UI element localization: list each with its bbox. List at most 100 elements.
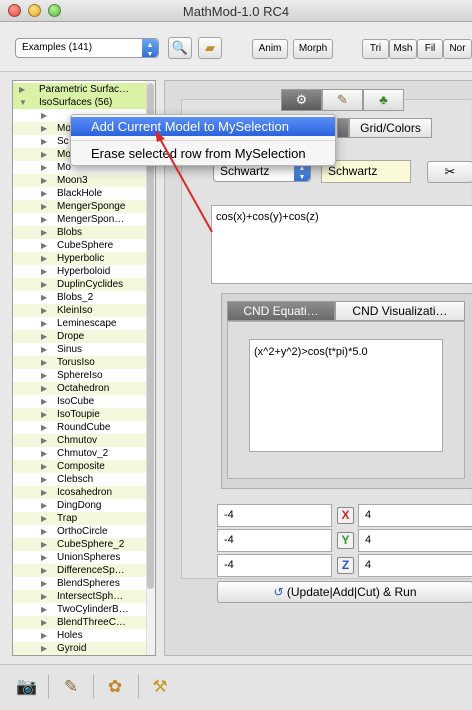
tree-item[interactable]: ▶ MengerSpon… [13,213,147,226]
tree-group[interactable]: ▼ IsoSurfaces (56) [13,96,147,109]
tree-item[interactable]: ▶ TorusIso [13,356,147,369]
anim-button[interactable]: Anim [252,39,288,59]
fil-button[interactable]: Fil [417,39,443,59]
tree-item[interactable]: ▶ MengerSponge [13,200,147,213]
menu-item-add-to-selection[interactable]: Add Current Model to MySelection [71,117,335,136]
disclosure-closed-icon[interactable]: ▶ [41,122,47,135]
disclosure-closed-icon[interactable]: ▶ [41,291,47,304]
tree-item[interactable]: ▶ RoundCube [13,421,147,434]
tree-item[interactable]: ▶ CubeSphere [13,239,147,252]
tree-group[interactable]: ▶ Parametric Surfac… [13,83,147,96]
equation-editor[interactable]: cos(x)+cos(y)+cos(z) [211,205,472,284]
tab-partial[interactable] [337,118,349,138]
tree-item[interactable]: ▶ Octahedron [13,382,147,395]
disclosure-closed-icon[interactable]: ▶ [41,447,47,460]
disclosure-closed-icon[interactable]: ▶ [41,330,47,343]
disclosure-closed-icon[interactable]: ▶ [41,525,47,538]
disclosure-closed-icon[interactable]: ▶ [41,135,47,148]
tree-item[interactable]: ▶ OrthoCircle [13,525,147,538]
tools-bottom-button[interactable]: ⚒ [147,675,173,699]
disclosure-closed-icon[interactable]: ▶ [41,603,47,616]
tree-scrollbar[interactable] [146,81,155,655]
tree-item[interactable]: ▶ Hyperbolic [13,252,147,265]
zoom-button[interactable]: 🔍 [168,37,192,59]
disclosure-closed-icon[interactable]: ▶ [41,265,47,278]
disclosure-closed-icon[interactable]: ▶ [41,499,47,512]
range-max-field[interactable]: 4 [358,529,472,552]
tree-item[interactable]: ▶ Leminescape [13,317,147,330]
disclosure-closed-icon[interactable]: ▶ [41,161,47,174]
camera-button[interactable]: 📷 [14,675,40,699]
disclosure-closed-icon[interactable]: ▶ [41,577,47,590]
model-tree[interactable]: ▶ Parametric Surfac… ▼ IsoSurfaces (56) ▶ ▶ Mo… [12,80,156,656]
disclosure-closed-icon[interactable]: ▶ [41,538,47,551]
tree-item[interactable]: ▶ DingDong [13,499,147,512]
tree-item[interactable]: ▶ Chmutov [13,434,147,447]
tools-button[interactable]: ✂ [427,161,472,183]
disclosure-closed-icon[interactable]: ▶ [41,460,47,473]
disclosure-closed-icon[interactable]: ▶ [41,174,47,187]
tree-item[interactable]: ▶ IsoCube [13,395,147,408]
disclosure-closed-icon[interactable]: ▶ [41,304,47,317]
disclosure-closed-icon[interactable]: ▶ [41,408,47,421]
disclosure-closed-icon[interactable]: ▶ [41,148,47,161]
disclosure-closed-icon[interactable]: ▶ [41,473,47,486]
disclosure-closed-icon[interactable]: ▶ [41,642,47,655]
tree-item[interactable]: ▶ Clebsch [13,473,147,486]
disclosure-closed-icon[interactable]: ▶ [41,252,47,265]
tree-item[interactable]: ▶ Drope [13,330,147,343]
tree-item[interactable]: ▶ IntersectSph… [13,590,147,603]
disclosure-closed-icon[interactable]: ▶ [41,278,47,291]
tree-item[interactable]: ▶ Blobs_2 [13,291,147,304]
disclosure-closed-icon[interactable]: ▶ [41,109,47,122]
morph-button[interactable]: Morph [293,39,333,59]
cnd-equation-editor[interactable]: (x^2+y^2)>cos(t*pi)*5.0 [249,339,443,452]
range-min-field[interactable]: -4 [217,504,332,527]
tab-cnd-equation[interactable]: CND Equati… [227,301,335,321]
menu-item-erase-from-selection[interactable]: Erase selected row from MySelection [71,144,335,163]
tab-gear[interactable]: ⚙ [281,89,322,111]
tab-cnd-visualization[interactable]: CND Visualizati… [335,301,465,321]
tree-item[interactable]: ▶ Icosahedron [13,486,147,499]
tree-item[interactable]: ▶ Blobs [13,226,147,239]
disclosure-closed-icon[interactable]: ▶ [41,382,47,395]
tree-item[interactable]: ▶ DuplinCyclides [13,278,147,291]
tree-item[interactable]: ▶ BlendSpheres [13,577,147,590]
tree-item[interactable]: ▶ UnionSpheres [13,551,147,564]
disclosure-closed-icon[interactable]: ▶ [41,551,47,564]
update-run-button[interactable]: ↺ (Update|Add|Cut) & Run [217,581,472,603]
disclosure-closed-icon[interactable]: ▶ [41,590,47,603]
notepad-button[interactable]: ▰ [198,37,222,59]
tree-item[interactable]: ▶ BlendThreeC… [13,616,147,629]
tree-item[interactable]: ▶ Sinus [13,343,147,356]
range-min-field[interactable]: -4 [217,554,332,577]
tri-button[interactable]: Tri [362,39,389,59]
tree-item[interactable]: ▶ KleinIso [13,304,147,317]
disclosure-closed-icon[interactable]: ▶ [41,187,47,200]
tree-item[interactable]: ▶ IsoToupie [13,408,147,421]
nor-button[interactable]: Nor [443,39,472,59]
disclosure-closed-icon[interactable]: ▶ [41,317,47,330]
tab-brush[interactable]: ✎ [322,89,363,111]
tree-item[interactable]: ▶ Gyroid [13,642,147,655]
disclosure-closed-icon[interactable]: ▶ [41,226,47,239]
tree-item[interactable]: ▶ DifferenceSp… [13,564,147,577]
tab-grid-colors[interactable]: Grid/Colors [349,118,432,138]
disclosure-closed-icon[interactable]: ▶ [41,629,47,642]
tree-item[interactable]: ▶ TwoCylinderB… [13,603,147,616]
disclosure-closed-icon[interactable]: ▶ [41,356,47,369]
tree-item[interactable]: ▶ Holes [13,629,147,642]
tab-tree[interactable]: ♣ [363,89,404,111]
disclosure-closed-icon[interactable]: ▶ [19,83,25,96]
tree-item[interactable]: ▶ CubeSphere_2 [13,538,147,551]
tree-item[interactable]: ▶ SphereIso [13,369,147,382]
disclosure-closed-icon[interactable]: ▶ [41,200,47,213]
disclosure-closed-icon[interactable]: ▶ [41,395,47,408]
disclosure-closed-icon[interactable]: ▶ [41,369,47,382]
examples-select[interactable]: Examples (141) ▲ ▼ [15,38,159,58]
palette-button[interactable]: ✿ [102,675,128,699]
tree-item[interactable]: ▶ Chmutov_2 [13,447,147,460]
range-min-field[interactable]: -4 [217,529,332,552]
disclosure-closed-icon[interactable]: ▶ [41,343,47,356]
tree-item[interactable]: ▶ Moon3 [13,174,147,187]
